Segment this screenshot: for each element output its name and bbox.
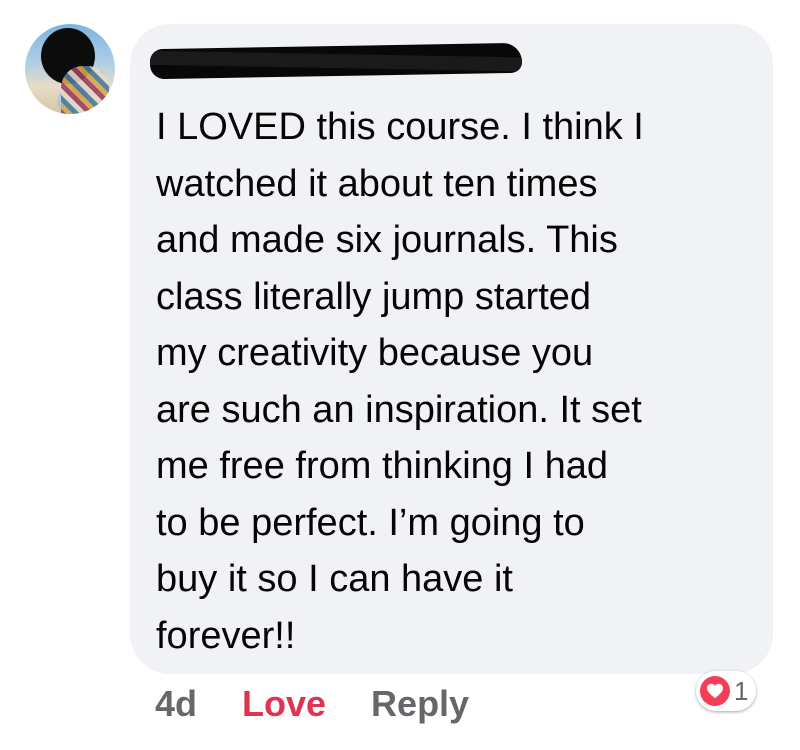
redaction-scribble <box>149 50 523 72</box>
comment-line: forever!! <box>156 614 296 657</box>
comment-bubble: I LOVED this course. I think I watched i… <box>130 24 773 674</box>
comment-line: to be perfect. I’m going to <box>156 501 585 544</box>
comment-text: I LOVED this course. I think I watched i… <box>156 99 756 664</box>
comment-line: class literally jump started <box>156 275 592 318</box>
reaction-count: 1 <box>734 675 749 706</box>
avatar-clothing <box>61 66 109 114</box>
author-name-redacted[interactable] <box>149 42 523 80</box>
comment-line: watched it about ten times <box>156 162 598 205</box>
comment-line: I LOVED this course. I think I <box>156 106 644 148</box>
comment-line: and made six journals. This <box>156 219 618 261</box>
reaction-summary[interactable]: 1 <box>696 671 757 711</box>
reply-button[interactable]: Reply <box>371 683 469 725</box>
comment-line: me free from thinking I had <box>156 445 608 487</box>
heart-glyph <box>707 683 723 699</box>
comment-line: buy it so I can have it <box>156 558 513 600</box>
comment-actions: 4d Love Reply <box>155 682 514 726</box>
comment-line: are such an inspiration. It set <box>156 388 642 431</box>
avatar[interactable] <box>25 24 115 114</box>
heart-icon <box>700 676 730 706</box>
comment-line: my creativity because you <box>156 332 594 374</box>
love-button[interactable]: Love <box>242 683 326 725</box>
timestamp-link[interactable]: 4d <box>155 683 197 725</box>
